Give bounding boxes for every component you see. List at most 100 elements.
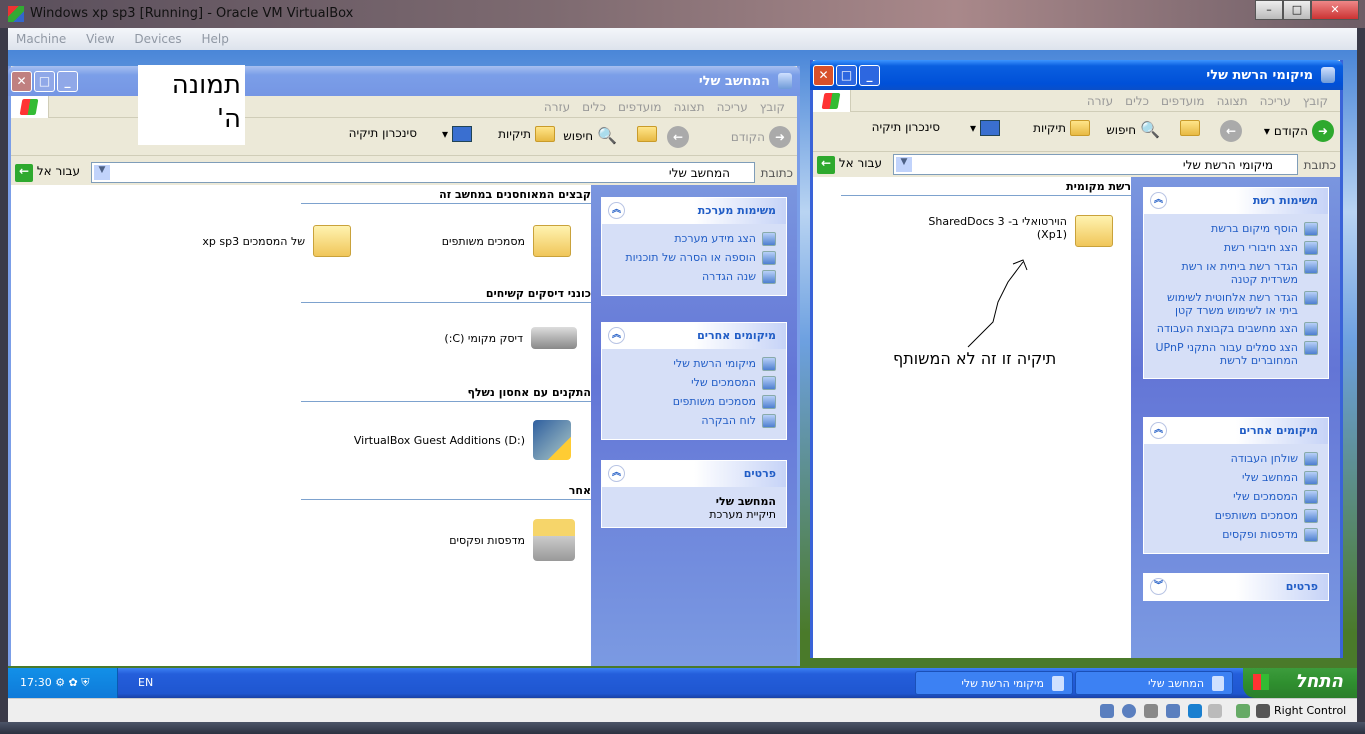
panel-header[interactable]: פרטים ︽	[602, 461, 786, 487]
task-link[interactable]: שנה הגדרה	[610, 270, 776, 284]
search-button[interactable]: 🔍 חיפוש	[1106, 120, 1160, 139]
menu-favorites[interactable]: מועדפים	[618, 100, 662, 114]
place-link[interactable]: שולחן העבודה	[1152, 452, 1318, 466]
user-documents-item[interactable]: של המסמכים xp sp3	[202, 225, 351, 257]
optical-drive-icon[interactable]	[1122, 704, 1136, 718]
task-link[interactable]: הוספה או הסרה של תוכניות	[610, 251, 776, 265]
task-link[interactable]: הגדר רשת ביתית או רשת משרדית קטנה	[1152, 260, 1318, 286]
collapse-icon[interactable]: ︽	[1150, 422, 1167, 439]
start-button[interactable]: התחל	[1243, 668, 1357, 698]
folders-button[interactable]: תיקיות	[1033, 120, 1090, 136]
window-titlebar[interactable]: המחשב שלי ✕ □ _	[8, 66, 800, 96]
place-link[interactable]: מיקומי הרשת שלי	[610, 357, 776, 371]
menu-file[interactable]: קובץ	[760, 100, 785, 114]
menu-tools[interactable]: כלים	[1125, 94, 1149, 108]
language-indicator[interactable]: EN	[138, 676, 153, 689]
menu-devices[interactable]: Devices	[134, 32, 181, 46]
task-link[interactable]: הצג סמלים עבור התקני UPnP המחוברים לרשת	[1152, 341, 1318, 367]
expand-icon[interactable]: ︾	[1150, 578, 1167, 595]
task-link[interactable]: הגדר רשת אלחוטית לשימוש ביתי או לשימוש מ…	[1152, 291, 1318, 317]
search-button[interactable]: 🔍 חיפוש	[563, 126, 617, 145]
mouse-integration-icon[interactable]	[1236, 704, 1250, 718]
menu-file[interactable]: קובץ	[1303, 94, 1328, 108]
dropdown-arrow-icon[interactable]: ▼	[896, 157, 912, 172]
shared-documents-item[interactable]: מסמכים משותפים	[442, 225, 571, 257]
place-link[interactable]: המסמכים שלי	[1152, 490, 1318, 504]
capture-icon[interactable]	[1208, 704, 1222, 718]
collapse-icon[interactable]: ︽	[608, 327, 625, 344]
maximize-button[interactable]: □	[34, 71, 55, 92]
panel-header[interactable]: פרטים ︾	[1144, 574, 1328, 600]
panel-header[interactable]: משימות מערכת ︽	[602, 198, 786, 224]
go-button[interactable]: עבור אל ←	[817, 156, 882, 174]
panel-header[interactable]: משימות רשת ︽	[1144, 188, 1328, 214]
usb-icon[interactable]	[1144, 704, 1158, 718]
taskbar-button-network[interactable]: מיקומי הרשת שלי	[915, 671, 1073, 695]
menu-machine[interactable]: Machine	[16, 32, 66, 46]
task-link[interactable]: הצג מחשבים בקבוצת העבודה	[1152, 322, 1318, 336]
menu-help[interactable]: עזרה	[544, 100, 570, 114]
display-icon[interactable]	[1166, 704, 1180, 718]
up-button[interactable]	[637, 126, 657, 142]
printers-item[interactable]: מדפסות ופקסים	[449, 519, 575, 561]
link-label: מיקומי הרשת שלי	[673, 357, 756, 370]
window-titlebar[interactable]: מיקומי הרשת שלי ✕ □ _	[810, 60, 1343, 90]
maximize-button[interactable]: □	[1283, 0, 1311, 20]
dropdown-arrow-icon: ▾	[1263, 124, 1270, 138]
sync-folder-button[interactable]: סינכרון תיקיה	[872, 120, 940, 134]
dropdown-arrow-icon[interactable]: ▼	[94, 165, 110, 180]
taskbar-button-computer[interactable]: המחשב שלי	[1075, 671, 1233, 695]
minimize-button[interactable]: –	[1255, 0, 1283, 20]
menu-edit[interactable]: עריכה	[1260, 94, 1291, 108]
menu-view[interactable]: תצוגה	[1217, 94, 1248, 108]
menu-view[interactable]: View	[86, 32, 114, 46]
menu-edit[interactable]: עריכה	[717, 100, 748, 114]
local-disk-item[interactable]: דיסק מקומי (C:)	[444, 327, 577, 349]
collapse-icon[interactable]: ︽	[1150, 192, 1167, 209]
cd-drive-item[interactable]: VirtualBox Guest Additions (D:)	[354, 420, 571, 460]
panel-header[interactable]: מיקומים אחרים ︽	[602, 323, 786, 349]
maximize-button[interactable]: □	[836, 65, 857, 86]
menu-help[interactable]: Help	[202, 32, 229, 46]
minimize-button[interactable]: _	[859, 65, 880, 86]
shareddocs-folder-item[interactable]: הוירטואלי ב- SharedDocs 3 (Xp1)	[928, 215, 1113, 247]
go-label: עבור אל	[36, 164, 80, 178]
place-link[interactable]: מסמכים משותפים	[1152, 509, 1318, 523]
panel-header[interactable]: מיקומים אחרים ︽	[1144, 418, 1328, 444]
hard-disk-icon[interactable]	[1100, 704, 1114, 718]
views-button[interactable]: ▾	[442, 126, 472, 142]
menu-view[interactable]: תצוגה	[674, 100, 705, 114]
address-value: המחשב שלי	[668, 166, 730, 180]
task-link[interactable]: הצג חיבורי רשת	[1152, 241, 1318, 255]
sync-folder-button[interactable]: סינכרון תיקיה	[349, 126, 417, 140]
collapse-icon[interactable]: ︽	[608, 202, 625, 219]
menu-favorites[interactable]: מועדפים	[1161, 94, 1205, 108]
place-link[interactable]: המחשב שלי	[1152, 471, 1318, 485]
minimize-button[interactable]: _	[57, 71, 78, 92]
forward-button[interactable]: ←	[667, 126, 689, 148]
place-link[interactable]: המסמכים שלי	[610, 376, 776, 390]
collapse-icon[interactable]: ︽	[608, 465, 625, 482]
menu-tools[interactable]: כלים	[582, 100, 606, 114]
keyboard-capture-icon[interactable]	[1256, 704, 1270, 718]
close-button[interactable]: ✕	[11, 71, 32, 92]
go-button[interactable]: עבור אל ←	[15, 164, 80, 182]
up-button[interactable]	[1180, 120, 1200, 136]
back-button[interactable]: ➜ הקודם	[731, 126, 791, 148]
task-link[interactable]: הצג מידע מערכת	[610, 232, 776, 246]
back-button[interactable]: ➜ הקודם ▾	[1264, 120, 1334, 142]
place-link[interactable]: מדפסות ופקסים	[1152, 528, 1318, 542]
forward-button[interactable]: ←	[1220, 120, 1242, 142]
place-link[interactable]: לוח הבקרה	[610, 414, 776, 428]
views-button[interactable]: ▾	[970, 120, 1000, 136]
folders-button[interactable]: תיקיות	[498, 126, 555, 142]
place-link[interactable]: מסמכים משותפים	[610, 395, 776, 409]
close-button[interactable]: ✕	[1311, 0, 1359, 20]
shared-folders-icon[interactable]	[1188, 704, 1202, 718]
tray-icons[interactable]: ⚙ ✿ ⛨	[55, 676, 89, 689]
task-link[interactable]: הוסף מיקום ברשת	[1152, 222, 1318, 236]
address-input[interactable]: מיקומי הרשת שלי ▼	[893, 154, 1298, 175]
address-input[interactable]: המחשב שלי ▼	[91, 162, 755, 183]
close-button[interactable]: ✕	[813, 65, 834, 86]
menu-help[interactable]: עזרה	[1087, 94, 1113, 108]
